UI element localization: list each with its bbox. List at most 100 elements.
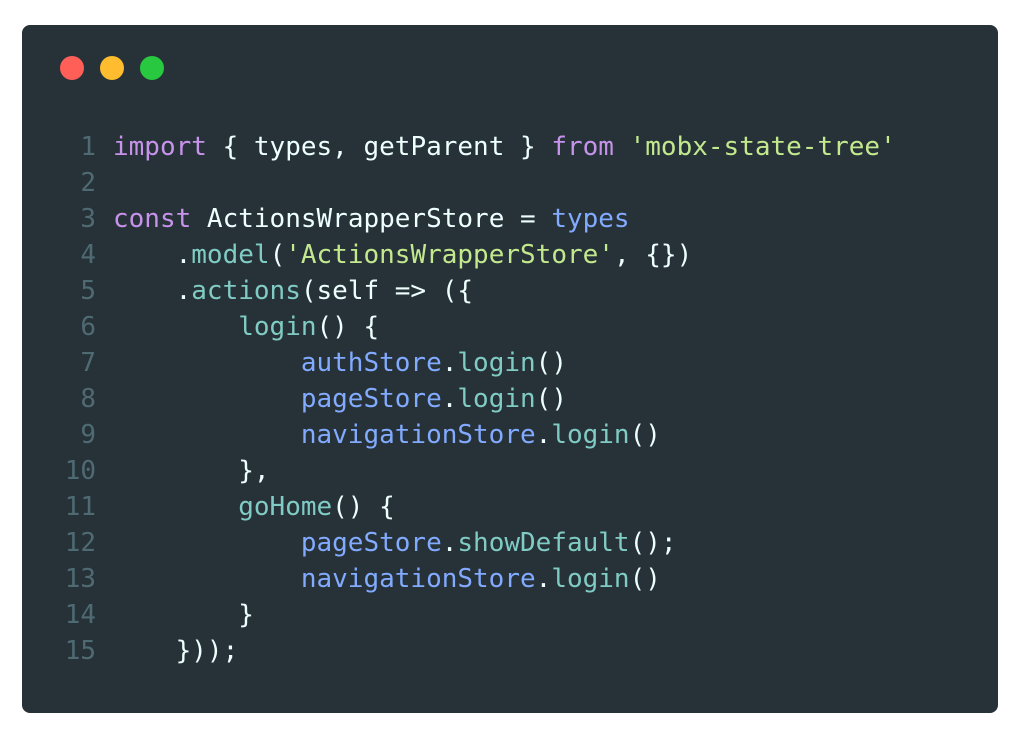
code-block: 1 import { types, getParent } from 'mobx-…	[22, 129, 896, 669]
code-token: .	[535, 420, 552, 450]
code-token: actions	[191, 276, 301, 306]
code-token: pageStore	[300, 384, 442, 414]
code-line: 10 },	[22, 453, 896, 489]
code-token: ();	[629, 528, 677, 558]
line-number: 11	[64, 492, 96, 522]
line-number: 9	[80, 420, 96, 450]
code-token: ()	[535, 384, 567, 414]
line-number: 3	[80, 204, 96, 234]
maximize-dot-icon[interactable]	[140, 56, 164, 80]
code-line: 3 const ActionsWrapperStore = types	[22, 201, 896, 237]
line-source: .model('ActionsWrapperStore', {})	[113, 237, 693, 273]
code-line: 15 }));	[22, 633, 896, 669]
code-token: goHome	[238, 492, 333, 522]
code-token: .	[113, 276, 192, 306]
line-number: 15	[64, 636, 96, 666]
code-token: (	[269, 240, 286, 270]
line-number: 7	[80, 348, 96, 378]
code-window: 1 import { types, getParent } from 'mobx-…	[22, 25, 998, 713]
code-token: import	[113, 132, 207, 162]
code-token: login	[457, 348, 536, 378]
code-token: .	[441, 348, 458, 378]
line-source: login() {	[113, 309, 379, 345]
line-source: const ActionsWrapperStore = types	[113, 201, 630, 237]
code-line: 6 login() {	[22, 309, 896, 345]
line-source: authStore.login()	[113, 345, 567, 381]
code-line: 14 }	[22, 597, 896, 633]
line-source: .actions(self => ({	[113, 273, 473, 309]
line-number: 5	[80, 276, 96, 306]
code-token: getParent	[363, 132, 505, 162]
code-token: }));	[113, 636, 239, 666]
code-token: ()	[629, 420, 661, 450]
line-number: 12	[64, 528, 96, 558]
code-token: ()	[535, 348, 567, 378]
line-source: navigationStore.login()	[113, 417, 661, 453]
code-line: 8 pageStore.login()	[22, 381, 896, 417]
code-line: 1 import { types, getParent } from 'mobx-…	[22, 129, 896, 165]
line-source: }	[113, 597, 254, 633]
line-number: 6	[80, 312, 96, 342]
code-token: types	[253, 132, 333, 162]
code-token: {	[206, 132, 254, 162]
line-source: import { types, getParent } from 'mobx-s…	[113, 129, 896, 165]
code-line: 7 authStore.login()	[22, 345, 896, 381]
code-line: 13 navigationStore.login()	[22, 561, 896, 597]
code-token: navigationStore	[300, 564, 536, 594]
code-token: (self => ({	[300, 276, 474, 306]
code-token: .	[113, 240, 192, 270]
code-token: .	[535, 564, 552, 594]
code-token: .	[441, 528, 458, 558]
line-source: },	[113, 453, 270, 489]
line-source: pageStore.showDefault();	[113, 525, 677, 561]
line-source: goHome() {	[113, 489, 395, 525]
code-token: pageStore	[300, 528, 442, 558]
code-token: login	[551, 564, 630, 594]
code-token: }	[113, 600, 254, 630]
code-token: login	[457, 384, 536, 414]
code-line: 5 .actions(self => ({	[22, 273, 896, 309]
code-token: login	[238, 312, 317, 342]
code-token: 'mobx-state-tree'	[629, 132, 896, 162]
window-controls	[60, 56, 164, 80]
code-token: () {	[332, 492, 395, 522]
code-token: showDefault	[457, 528, 630, 558]
minimize-dot-icon[interactable]	[100, 56, 124, 80]
code-line: 11 goHome() {	[22, 489, 896, 525]
code-line: 2	[22, 165, 896, 201]
close-dot-icon[interactable]	[60, 56, 84, 80]
code-token: 'ActionsWrapperStore'	[285, 240, 614, 270]
code-line: 12 pageStore.showDefault();	[22, 525, 896, 561]
code-token: navigationStore	[300, 420, 536, 450]
code-token: from	[551, 132, 614, 162]
line-source: pageStore.login()	[113, 381, 567, 417]
code-token: },	[113, 456, 270, 486]
code-token: types	[551, 204, 630, 234]
code-token: }	[504, 132, 552, 162]
line-number: 1	[80, 132, 96, 162]
code-token: const	[113, 204, 192, 234]
code-token: ,	[332, 132, 364, 162]
line-number: 10	[64, 456, 96, 486]
line-source: navigationStore.login()	[113, 561, 661, 597]
line-source: }));	[113, 633, 239, 669]
code-token: .	[441, 384, 458, 414]
code-token: , {})	[613, 240, 693, 270]
code-token: login	[551, 420, 630, 450]
code-line: 9 navigationStore.login()	[22, 417, 896, 453]
code-token: ActionsWrapperStore =	[191, 204, 552, 234]
code-token: authStore	[300, 348, 442, 378]
code-token: model	[191, 240, 270, 270]
line-number: 8	[80, 384, 96, 414]
line-number: 2	[80, 168, 96, 198]
line-number: 4	[80, 240, 96, 270]
code-token: () {	[316, 312, 380, 342]
